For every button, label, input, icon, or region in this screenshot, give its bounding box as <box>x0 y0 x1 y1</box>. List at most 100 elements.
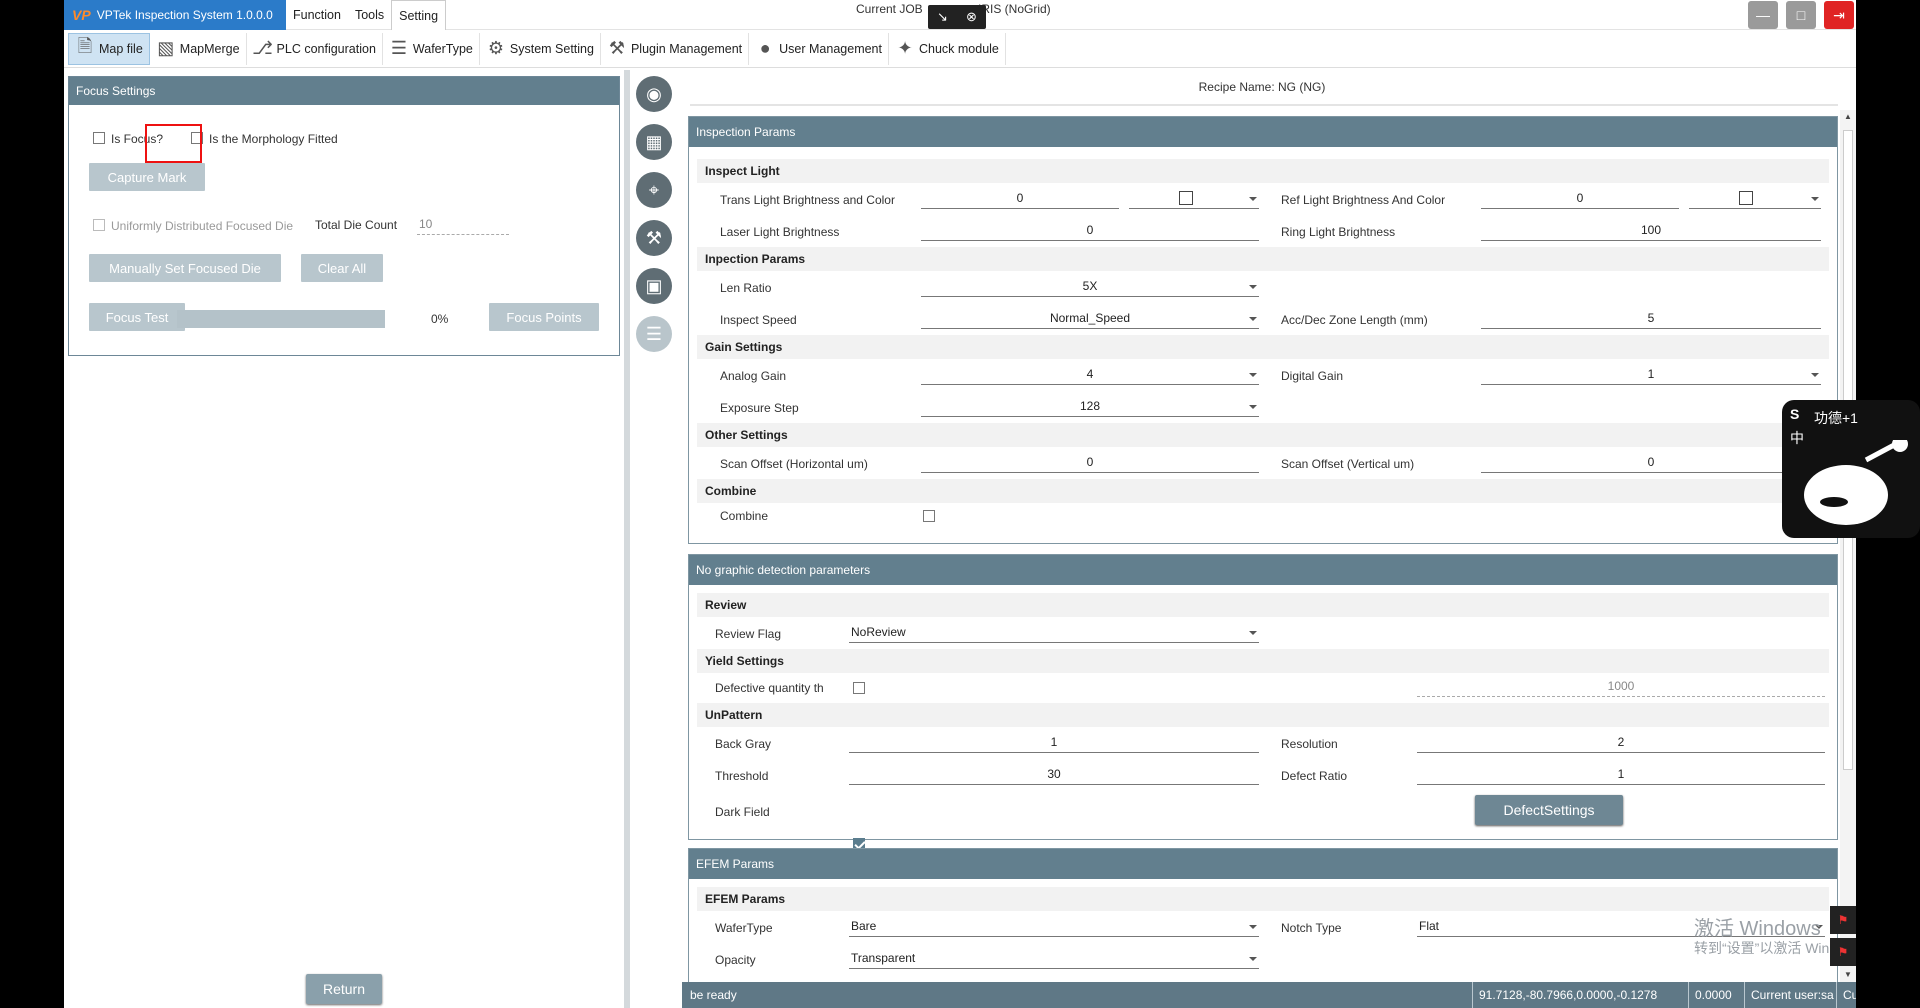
tools-icon[interactable]: ⚒ <box>636 220 672 256</box>
wafertype-dropdown[interactable]: Bare <box>849 917 1259 937</box>
inspection-params-title: Inspection Params <box>689 117 1837 147</box>
trans-light-color-dropdown[interactable] <box>1129 189 1259 209</box>
inspect-speed-dropdown[interactable]: Normal_Speed <box>921 309 1259 329</box>
combine-group: Combine <box>697 479 1829 503</box>
exposure-step-dropdown[interactable]: 128 <box>921 397 1259 417</box>
wafer-search-icon[interactable]: ⌖ <box>636 172 672 208</box>
toolbar-mapmerge[interactable]: ▧ MapMerge <box>150 32 247 65</box>
len-ratio-dropdown[interactable]: 5X <box>921 277 1259 297</box>
scroll-up-icon[interactable]: ▲ <box>1843 112 1853 122</box>
highlight-box <box>145 124 202 163</box>
list-icon: ☰ <box>390 38 407 58</box>
gain-settings-group: Gain Settings <box>697 335 1829 359</box>
toolbar-plc-configuration[interactable]: ⎇ PLC configuration <box>247 32 383 65</box>
app-brand: VP VPTek Inspection System 1.0.0.0 <box>64 0 286 30</box>
review-group: Review <box>697 593 1829 617</box>
scroll-down-icon[interactable]: ▼ <box>1843 970 1853 980</box>
scan-offset-horizontal-input[interactable]: 0 <box>921 453 1259 473</box>
close-circle-icon[interactable]: ⊗ <box>966 9 977 25</box>
maximize-button[interactable]: □ <box>1786 1 1816 29</box>
defective-quantity-label: Defective quantity th <box>715 681 824 695</box>
efem-params-section: EFEM Params EFEM Params WaferType Bare N… <box>688 848 1838 982</box>
minimize-button[interactable]: — <box>1748 1 1778 29</box>
app-title: VPTek Inspection System 1.0.0.0 <box>96 8 273 22</box>
capture-mark-button[interactable]: Capture Mark <box>89 163 205 191</box>
toolbar: 🗎 Map file ▧ MapMerge ⎇ PLC configuration ☰… <box>64 30 1856 68</box>
plc-connection-icon: ⎇ <box>252 38 273 58</box>
defective-quantity-input[interactable]: 1000 <box>1417 677 1825 697</box>
exit-button[interactable]: ⇥ <box>1824 1 1854 29</box>
return-button[interactable]: Return <box>306 974 382 1004</box>
back-gray-label: Back Gray <box>715 737 772 751</box>
efem-params-title: EFEM Params <box>689 849 1837 879</box>
ref-light-input[interactable]: 0 <box>1481 189 1679 209</box>
defect-ratio-input[interactable]: 1 <box>1417 765 1825 785</box>
flag-icon-secondary[interactable]: ⚑ <box>1830 938 1856 966</box>
focus-test-button[interactable]: Focus Test <box>89 303 185 331</box>
is-focus-checkbox[interactable] <box>93 132 105 144</box>
status-text: be ready <box>690 988 737 1002</box>
toolbar-label: WaferType <box>412 41 473 56</box>
icon-rail: ◉ ▦ ⌖ ⚒ ▣ ☰ <box>630 70 678 1008</box>
menu-function[interactable]: Function <box>286 0 348 30</box>
ref-light-color-dropdown[interactable] <box>1689 189 1821 209</box>
toolbar-map-file[interactable]: 🗎 Map file <box>68 32 150 65</box>
accdec-zone-label: Acc/Dec Zone Length (mm) <box>1281 313 1428 327</box>
digital-gain-dropdown[interactable]: 1 <box>1481 365 1821 385</box>
clear-all-button[interactable]: Clear All <box>301 254 383 282</box>
cursor-icon[interactable]: ↘ <box>937 9 948 25</box>
menu-setting[interactable]: Setting <box>391 0 447 30</box>
back-gray-input[interactable]: 1 <box>849 733 1259 753</box>
defect-settings-button[interactable]: DefectSettings <box>1475 795 1623 825</box>
threshold-input[interactable]: 30 <box>849 765 1259 785</box>
wrench-icon: ⚒ <box>608 38 626 58</box>
len-ratio-label: Len Ratio <box>720 281 772 295</box>
analog-gain-dropdown[interactable]: 4 <box>921 365 1259 385</box>
minimize-icon: — <box>1756 7 1770 23</box>
review-flag-dropdown[interactable]: NoReview <box>849 623 1259 643</box>
toolbar-wafertype[interactable]: ☰ WaferType <box>383 32 480 65</box>
trans-light-input[interactable]: 0 <box>921 189 1119 209</box>
ring-light-input[interactable]: 100 <box>1481 221 1821 241</box>
resolution-input[interactable]: 2 <box>1417 733 1825 753</box>
ime-floating-widget[interactable]: S 中 功德+1 <box>1782 400 1920 538</box>
toolbar-plugin-management[interactable]: ⚒ Plugin Management <box>601 32 750 65</box>
menu-tools[interactable]: Tools <box>348 0 391 30</box>
app-logo-icon: VP <box>72 7 91 23</box>
wafer-grid-icon[interactable]: ▦ <box>636 124 672 160</box>
opacity-dropdown[interactable]: Transparent <box>849 949 1259 969</box>
analog-gain-label: Analog Gain <box>720 369 787 383</box>
combine-checkbox[interactable] <box>923 510 935 522</box>
scan-offset-vertical-input[interactable]: 0 <box>1481 453 1821 473</box>
opacity-label: Opacity <box>715 953 756 967</box>
laser-light-input[interactable]: 0 <box>921 221 1259 241</box>
gear-icon: ⚙ <box>487 38 504 58</box>
manually-set-focused-die-button[interactable]: Manually Set Focused Die <box>89 254 281 282</box>
accdec-zone-input[interactable]: 5 <box>1481 309 1821 329</box>
defect-ratio-label: Defect Ratio <box>1281 769 1348 783</box>
ime-brand-text: 功德+1 <box>1814 410 1858 426</box>
unpattern-group: UnPattern <box>697 703 1829 727</box>
toolbar-user-management[interactable]: ● User Management <box>749 32 889 65</box>
notch-type-label: Notch Type <box>1281 921 1342 935</box>
threshold-label: Threshold <box>715 769 769 783</box>
wafertype-label: WaferType <box>715 921 773 935</box>
toolbar-chuck-module[interactable]: ✦ Chuck module <box>889 32 1006 65</box>
uniform-distributed-checkbox[interactable] <box>93 219 105 231</box>
toolbar-system-setting[interactable]: ⚙ System Setting <box>480 32 601 65</box>
focus-points-button[interactable]: Focus Points <box>489 303 599 331</box>
image-frame-icon[interactable]: ▣ <box>636 268 672 304</box>
inspect-speed-label: Inspect Speed <box>720 313 797 327</box>
toolbar-label: PLC configuration <box>276 41 376 56</box>
focus-settings-title: Focus Settings <box>69 77 619 105</box>
ref-light-color-swatch <box>1739 191 1753 205</box>
vertical-scrollbar[interactable]: ▲ ▼ <box>1840 110 1856 982</box>
flag-icon[interactable]: ⚑ <box>1830 906 1856 934</box>
checklist-icon[interactable]: ☰ <box>636 316 672 352</box>
defective-quantity-checkbox[interactable] <box>853 682 865 694</box>
total-die-count-input[interactable]: 10 <box>417 215 509 235</box>
status-current-user: Current user:sa <box>1744 982 1834 1008</box>
status-current-time: Current time:10:25:12 <box>1836 982 1856 1008</box>
recipe-content: Recipe Name: NG (NG) Inspection Params I… <box>682 70 1838 982</box>
camera-icon[interactable]: ◉ <box>636 76 672 112</box>
